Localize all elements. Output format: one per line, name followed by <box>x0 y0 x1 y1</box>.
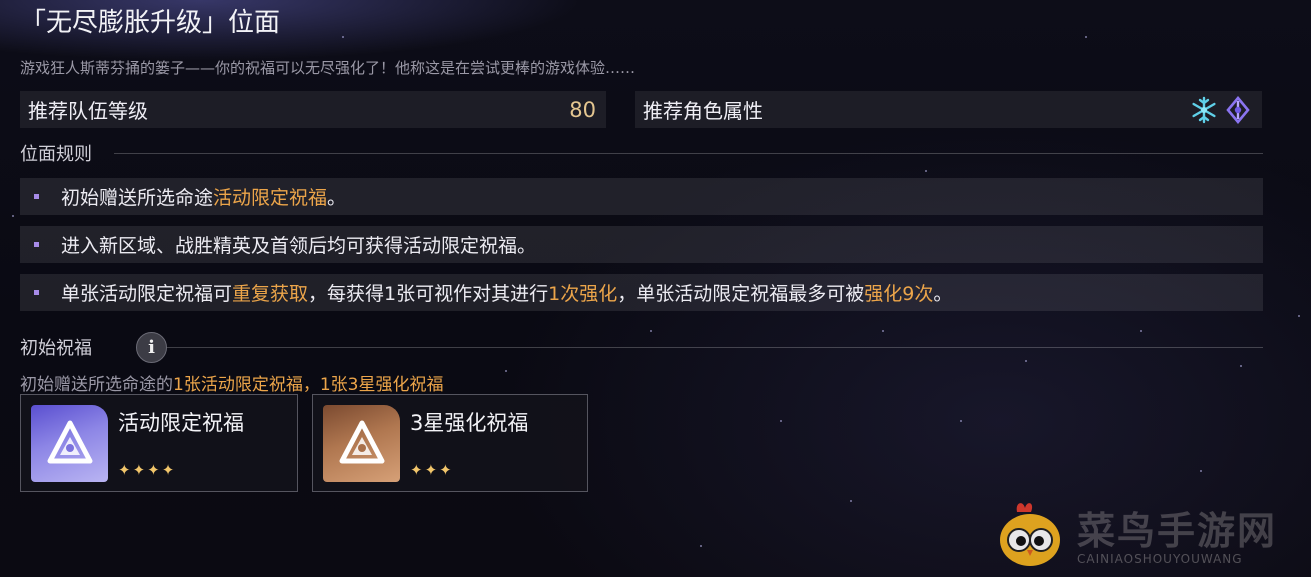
page-subtitle: 游戏狂人斯蒂芬捅的篓子——你的祝福可以无尽强化了！他称这是在尝试更棒的游戏体验…… <box>20 59 636 77</box>
quantum-icon[interactable] <box>1224 95 1252 124</box>
rule-text: 初始赠送所选命途 <box>61 187 214 209</box>
star-rating: ✦✦✦✦ <box>118 461 177 479</box>
divider <box>162 346 1263 348</box>
attr-icons <box>1190 95 1252 124</box>
blessing-emblem-icon <box>31 405 108 482</box>
blessing-description: 初始赠送所选命途的1张活动限定祝福，1张3星强化祝福 <box>20 370 443 395</box>
bullet-icon <box>34 194 39 199</box>
watermark-text: 菜鸟手游网 <box>1077 508 1278 553</box>
desc-separator: ， <box>302 375 320 395</box>
team-level-box: 推荐队伍等级 80 <box>20 91 606 128</box>
card-title: 活动限定祝福 <box>118 411 244 435</box>
watermark-subtext: CAINIAOSHOUYOUWANG <box>1077 552 1243 566</box>
rule-item: 单张活动限定祝福可 重复获取 ，每获得1张可视作对其进行 1次强化 ，单张活动限定祝福最… <box>20 274 1263 311</box>
desc-text: 初始赠送所选命途的 <box>20 375 173 395</box>
team-level-label: 推荐队伍等级 <box>28 99 148 123</box>
team-level-value: 80 <box>569 97 596 122</box>
star-rating: ✦✦✦ <box>410 461 454 479</box>
rule-text: 进入新区域、战胜精英及首领后均可获得活动限定祝福。 <box>61 235 537 257</box>
rules-heading: 位面规则 <box>20 144 92 165</box>
chicken-mascot-icon <box>1000 503 1060 566</box>
rule-text: 。 <box>327 187 347 209</box>
blessing-card[interactable]: 3星强化祝福 ✦✦✦ <box>312 394 588 492</box>
rule-text: ，单张活动限定祝福最多可被 <box>617 283 865 305</box>
rule-text: 。 <box>933 283 953 305</box>
rule-text: ，每获得1张可视作对其进行 <box>308 283 549 305</box>
card-title: 3星强化祝福 <box>410 411 529 435</box>
rule-highlight: 强化9次 <box>864 283 934 305</box>
bullet-icon <box>34 290 39 295</box>
rule-highlight: 1次强化 <box>548 283 618 305</box>
ice-snowflake-icon[interactable] <box>1190 96 1218 124</box>
desc-highlight: 1张活动限定祝福 <box>173 375 303 395</box>
page-title: 「无尽膨胀升级」位面 <box>20 8 281 38</box>
blessing-emblem-icon <box>323 405 400 482</box>
rule-text: 单张活动限定祝福可 <box>61 283 233 305</box>
rule-highlight: 重复获取 <box>232 283 309 305</box>
char-attr-box: 推荐角色属性 <box>635 91 1262 128</box>
bullet-icon <box>34 242 39 247</box>
desc-highlight: 1张3星强化祝福 <box>319 375 444 395</box>
rules-section-header: 位面规则 <box>20 140 1263 166</box>
site-watermark: 菜鸟手游网 CAINIAOSHOUYOUWANG <box>997 498 1297 570</box>
blessing-heading: 初始祝福 <box>20 338 92 359</box>
blessing-card[interactable]: 活动限定祝福 ✦✦✦✦ <box>20 394 298 492</box>
char-attr-label: 推荐角色属性 <box>643 99 763 123</box>
divider <box>114 152 1263 154</box>
rule-item: 初始赠送所选命途 活动限定祝福。 <box>20 178 1263 215</box>
blessing-section-header: 初始祝福 <box>20 334 1263 360</box>
rule-item: 进入新区域、战胜精英及首领后均可获得活动限定祝福。 <box>20 226 1263 263</box>
rule-highlight: 活动限定祝福 <box>213 187 328 209</box>
info-icon[interactable]: i <box>136 332 167 363</box>
